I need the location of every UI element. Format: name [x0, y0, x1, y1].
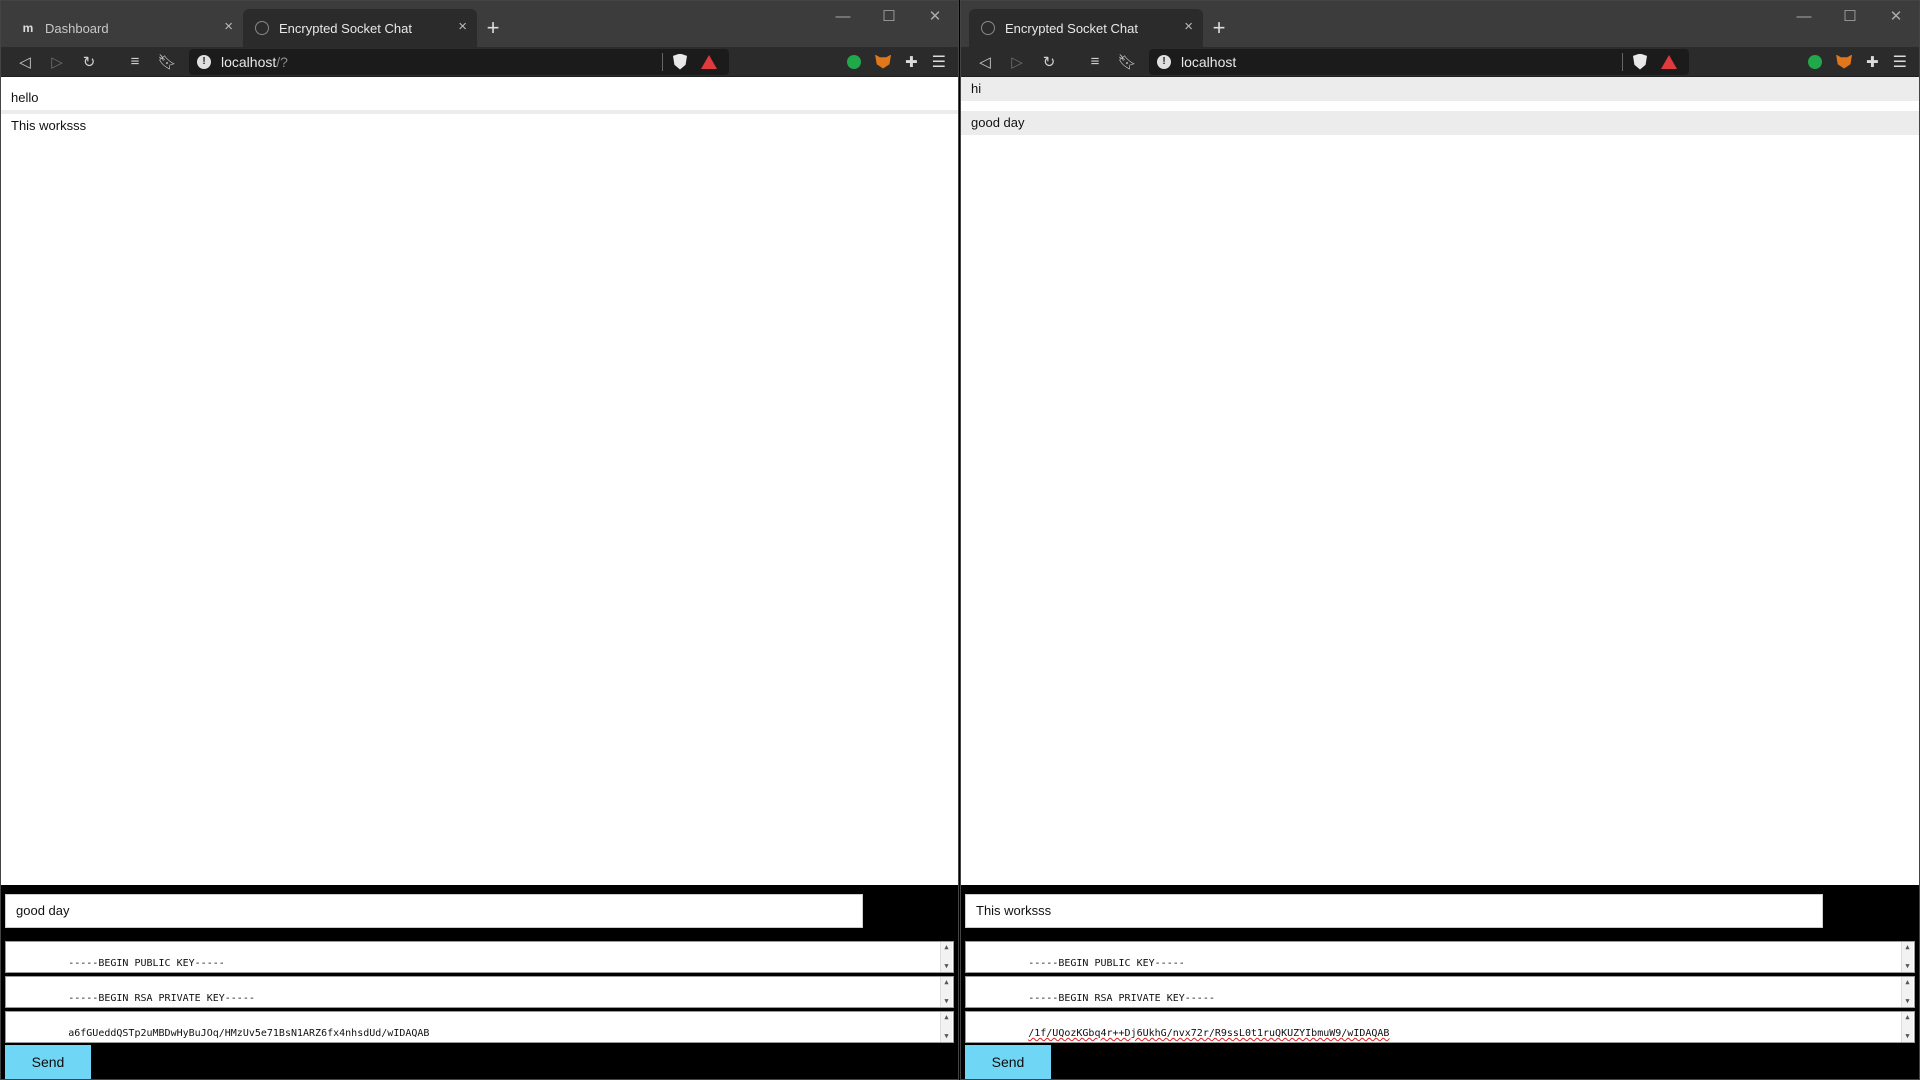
textarea-scrollbar[interactable]: ▲ ▼ [1901, 977, 1913, 1007]
send-button[interactable]: Send [5, 1045, 91, 1079]
address-divider [1622, 52, 1623, 71]
brave-shield-icon[interactable] [1633, 53, 1647, 70]
tab-dashboard[interactable]: m Dashboard × [9, 9, 243, 47]
back-icon[interactable]: ◁ [969, 49, 1001, 75]
tab-label: Encrypted Socket Chat [279, 20, 412, 36]
peer-public-key-textarea[interactable]: /1f/UQozKGbq4r++Dj6UkhG/nvx72r/R9ssL0t1r… [965, 1011, 1915, 1043]
message-item: hello [1, 86, 958, 110]
url-host: localhost [1181, 53, 1237, 70]
browser-toolbar: ◁ ▷ ↻ ≡ 🔖︎ ! localhost/? ✚ ☰ [1, 47, 958, 77]
textarea-scrollbar[interactable]: ▲ ▼ [940, 1012, 952, 1042]
public-key-text: -----BEGIN PUBLIC KEY----- MFswDQYJKoZIh… [1028, 958, 1185, 969]
close-window-button[interactable]: ✕ [1873, 1, 1919, 31]
desktop: m Dashboard × Encrypted Socket Chat × + … [0, 0, 1920, 1080]
peer-public-key-text: /1f/UQozKGbq4r++Dj6UkhG/nvx72r/R9ssL0t1r… [1028, 1028, 1390, 1039]
extensions-puzzle-icon[interactable]: ✚ [1866, 53, 1879, 71]
browser-window-right: Encrypted Socket Chat × + — ☐ ✕ ◁ ▷ ↻ ≡ … [960, 0, 1920, 1080]
site-info-icon[interactable]: ! [197, 54, 211, 69]
composer-area: This worksss -----BEGIN PUBLIC KEY----- … [961, 885, 1919, 1079]
menu-icon[interactable]: ☰ [1893, 52, 1907, 72]
message-input[interactable]: good day [5, 894, 863, 928]
reader-mode-icon[interactable]: ≡ [1079, 49, 1111, 75]
minimize-button[interactable]: — [1781, 1, 1827, 31]
private-key-text: -----BEGIN RSA PRIVATE KEY----- MIIBOQIB… [1028, 993, 1215, 1004]
peer-public-key-textarea[interactable]: a6fGUeddQSTp2uMBDwHyBuJOq/HMzUv5e71BsN1A… [5, 1011, 954, 1043]
textarea-scrollbar[interactable]: ▲ ▼ [1901, 1012, 1913, 1042]
menu-icon[interactable]: ☰ [932, 52, 946, 72]
forward-icon[interactable]: ▷ [1001, 49, 1033, 75]
browser-window-left: m Dashboard × Encrypted Socket Chat × + … [0, 0, 959, 1080]
new-tab-button[interactable]: + [477, 9, 509, 47]
brave-shield-icon[interactable] [673, 53, 687, 70]
reload-icon[interactable]: ↻ [73, 49, 105, 75]
address-divider [662, 52, 663, 71]
back-icon[interactable]: ◁ [9, 49, 41, 75]
window-controls: — ☐ ✕ [1781, 1, 1919, 31]
peer-public-key-text: a6fGUeddQSTp2uMBDwHyBuJOq/HMzUv5e71BsN1A… [68, 1028, 430, 1039]
textarea-scrollbar[interactable]: ▲ ▼ [1901, 942, 1913, 972]
message-item: This worksss [11, 118, 87, 133]
chat-page: hello This worksss good day -----BEGIN P… [1, 77, 958, 1079]
extensions-area: ✚ ☰ [1808, 52, 1911, 72]
private-key-textarea[interactable]: -----BEGIN RSA PRIVATE KEY----- MIIBOgIB… [5, 976, 954, 1008]
reload-icon[interactable]: ↻ [1033, 49, 1065, 75]
reader-mode-icon[interactable]: ≡ [119, 49, 151, 75]
maximize-button[interactable]: ☐ [1827, 1, 1873, 31]
message-list: hi good day [961, 77, 1919, 885]
address-bar[interactable]: ! localhost [1149, 48, 1689, 75]
message-list: hello This worksss [1, 77, 958, 885]
new-tab-button[interactable]: + [1203, 9, 1235, 47]
public-key-textarea[interactable]: -----BEGIN PUBLIC KEY----- MFswDQYJKoZIh… [5, 941, 954, 973]
close-window-button[interactable]: ✕ [912, 1, 958, 31]
url-host: localhost [221, 53, 277, 70]
send-button[interactable]: Send [965, 1045, 1051, 1079]
url-path: /? [276, 53, 288, 70]
metamask-fox-icon[interactable] [875, 54, 892, 69]
address-bar[interactable]: ! localhost/? [189, 48, 729, 75]
globe-icon [981, 21, 995, 35]
bookmark-icon[interactable]: 🔖︎ [1111, 49, 1143, 75]
message-item: good day [961, 111, 1919, 135]
close-tab-icon[interactable]: × [224, 19, 233, 35]
metamask-fox-icon[interactable] [1836, 54, 1853, 69]
private-key-textarea[interactable]: -----BEGIN RSA PRIVATE KEY----- MIIBOQIB… [965, 976, 1915, 1008]
brave-rewards-icon[interactable] [1661, 54, 1677, 69]
composer-area: good day -----BEGIN PUBLIC KEY----- MFsw… [1, 885, 958, 1079]
public-key-textarea[interactable]: -----BEGIN PUBLIC KEY----- MFswDQYJKoZIh… [965, 941, 1915, 973]
message-item: hi [961, 77, 1919, 101]
chat-page: hi good day This worksss -----BEGIN PUBL… [961, 77, 1919, 1079]
globe-icon [255, 21, 269, 35]
green-extension-icon[interactable] [1808, 54, 1823, 69]
maximize-button[interactable]: ☐ [866, 1, 912, 31]
tab-label: Encrypted Socket Chat [1005, 20, 1138, 36]
site-info-icon[interactable]: ! [1157, 54, 1171, 69]
green-extension-icon[interactable] [847, 54, 862, 69]
tab-label: Dashboard [45, 20, 109, 36]
close-tab-icon[interactable]: × [458, 19, 467, 35]
tab-encrypted-socket-chat[interactable]: Encrypted Socket Chat × [969, 9, 1203, 47]
bookmark-icon[interactable]: 🔖︎ [151, 49, 183, 75]
private-key-text: -----BEGIN RSA PRIVATE KEY----- MIIBOgIB… [68, 993, 255, 1004]
close-tab-icon[interactable]: × [1184, 19, 1193, 35]
tab-encrypted-socket-chat[interactable]: Encrypted Socket Chat × [243, 9, 477, 47]
forward-icon[interactable]: ▷ [41, 49, 73, 75]
extensions-puzzle-icon[interactable]: ✚ [905, 53, 918, 71]
textarea-scrollbar[interactable]: ▲ ▼ [940, 942, 952, 972]
brave-rewards-icon[interactable] [701, 54, 717, 69]
tab-strip: m Dashboard × Encrypted Socket Chat × + … [1, 1, 958, 47]
window-controls: — ☐ ✕ [820, 1, 958, 31]
message-input[interactable]: This worksss [965, 894, 1823, 928]
extensions-area: ✚ ☰ [847, 52, 950, 72]
tab-strip: Encrypted Socket Chat × + — ☐ ✕ [961, 1, 1919, 47]
textarea-scrollbar[interactable]: ▲ ▼ [940, 977, 952, 1007]
browser-toolbar: ◁ ▷ ↻ ≡ 🔖︎ ! localhost ✚ ☰ [961, 47, 1919, 77]
minimize-button[interactable]: — [820, 1, 866, 31]
message-gap [961, 101, 1919, 111]
m-logo-icon: m [22, 21, 34, 35]
public-key-text: -----BEGIN PUBLIC KEY----- MFswDQYJKoZIh… [68, 958, 225, 969]
